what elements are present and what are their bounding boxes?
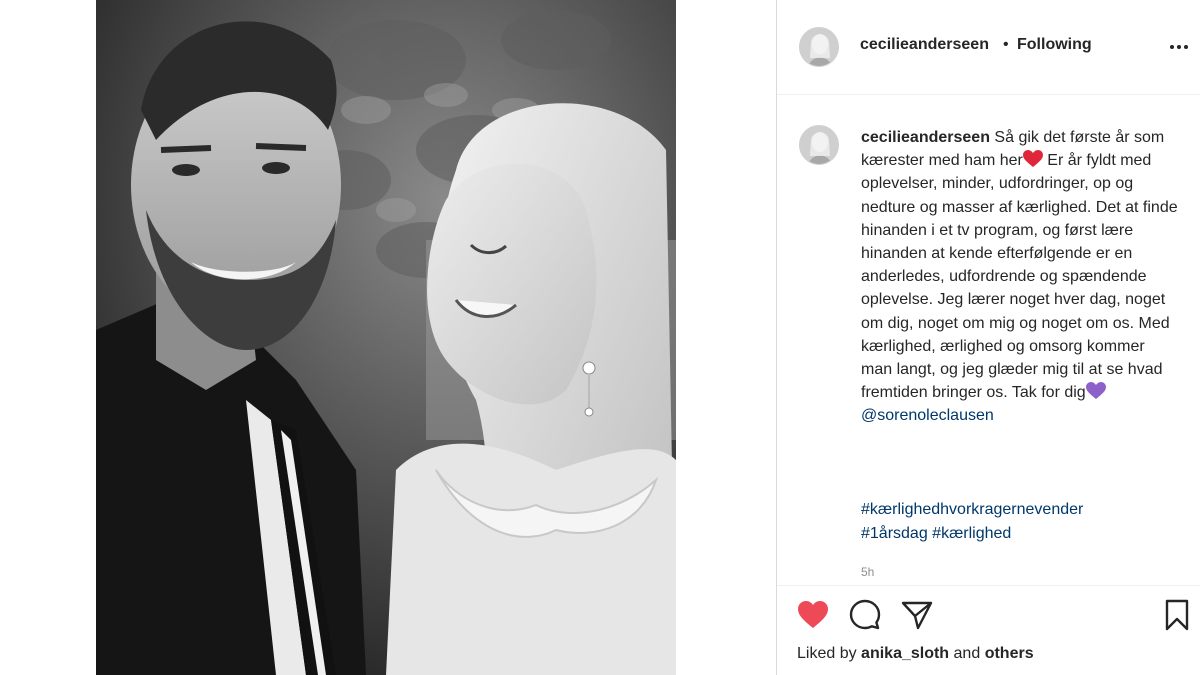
liker-username[interactable]: anika_sloth: [861, 645, 949, 662]
actions-divider: [777, 585, 1200, 586]
hashtag-link[interactable]: #kærlighedhvorkragernevender: [861, 501, 1083, 518]
hashtag-link[interactable]: #kærlighed: [932, 525, 1011, 542]
share-icon[interactable]: [899, 597, 935, 633]
likes-others-link[interactable]: others: [985, 645, 1034, 662]
heart-filled-icon[interactable]: [795, 597, 831, 633]
comment-icon[interactable]: [847, 597, 883, 633]
avatar-image: [800, 126, 838, 164]
instagram-post-view: cecilieanderseen • Following cecilieande…: [0, 0, 1200, 675]
following-button[interactable]: Following: [1017, 36, 1092, 54]
liked-by-conjunction: and: [953, 645, 981, 662]
caption-author-avatar[interactable]: [799, 125, 839, 165]
hashtags: #kærlighedhvorkragernevender #1årsdag #k…: [861, 498, 1179, 546]
purple-heart-emoji-icon: [1085, 382, 1106, 400]
author-avatar[interactable]: [799, 27, 839, 67]
likes-summary: Liked by anika_sloth and others: [797, 645, 1034, 663]
caption-text-part2: Er år fyldt med oplevelser, minder, udfo…: [861, 152, 1178, 402]
post-header: cecilieanderseen • Following: [777, 0, 1200, 95]
author-username[interactable]: cecilieanderseen: [860, 36, 989, 54]
avatar-image: [800, 28, 838, 66]
liked-by-prefix: Liked by: [797, 645, 857, 662]
red-heart-emoji-icon: [1022, 150, 1043, 168]
couple-photo-illustration: [96, 0, 676, 675]
post-photo[interactable]: [96, 0, 676, 675]
mention-link[interactable]: @sorenoleclausen: [861, 407, 994, 424]
hashtag-link[interactable]: #1årsdag: [861, 525, 928, 542]
post-details-panel: cecilieanderseen • Following cecilieande…: [776, 0, 1200, 675]
bookmark-icon[interactable]: [1159, 597, 1195, 633]
more-icon[interactable]: [1167, 40, 1191, 54]
comments-section: cecilieanderseen Så gik det første år so…: [777, 95, 1200, 585]
follow-separator: •: [1003, 36, 1009, 53]
caption-author[interactable]: cecilieanderseen: [861, 129, 990, 146]
post-timestamp[interactable]: 5h: [861, 565, 874, 579]
post-caption: cecilieanderseen Så gik det første år so…: [861, 126, 1179, 428]
